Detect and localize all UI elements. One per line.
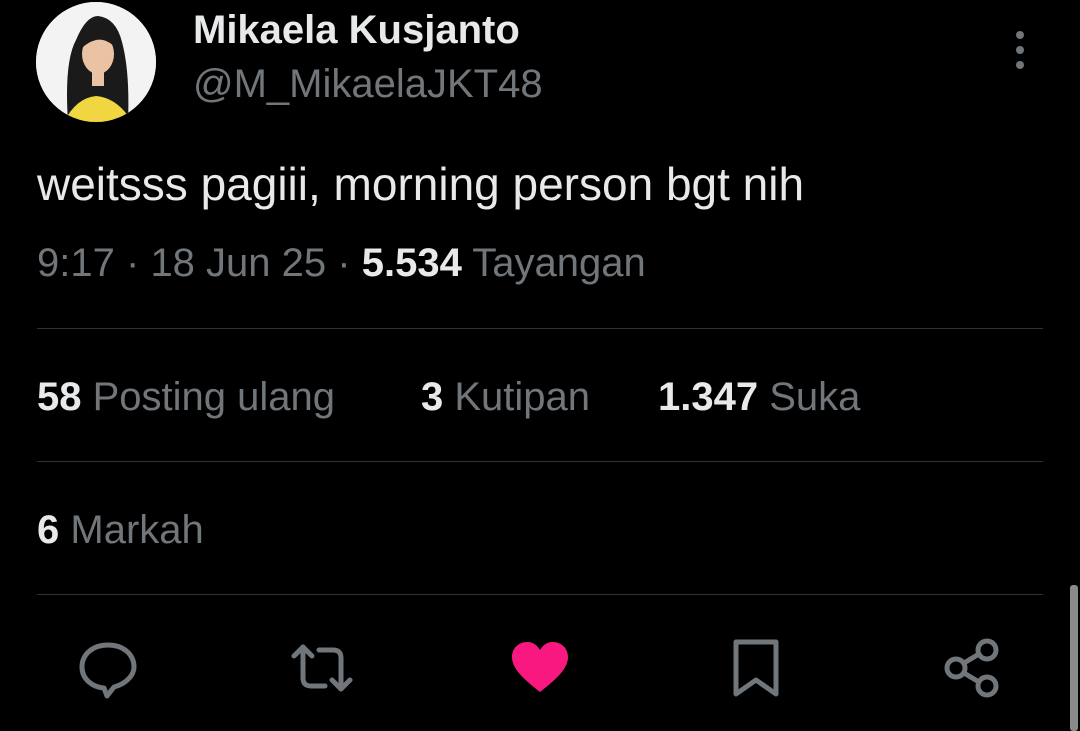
bookmarks-stat[interactable]: 6 Markah (37, 508, 204, 553)
divider (37, 594, 1043, 595)
bookmarks-count: 6 (37, 508, 60, 552)
likes-count: 1.347 (658, 375, 759, 419)
display-name[interactable]: Mikaela Kusjanto (193, 8, 520, 53)
more-options-icon[interactable] (1004, 28, 1036, 72)
share-icon (944, 638, 999, 698)
bookmarks-label: Markah (70, 508, 204, 552)
likes-stat[interactable]: 1.347 Suka (658, 375, 860, 420)
share-button[interactable] (940, 636, 1004, 700)
quotes-count: 3 (421, 375, 444, 419)
views-label: Tayangan (472, 241, 646, 285)
divider (37, 461, 1043, 462)
bookmark-icon (733, 639, 779, 697)
tweet-time[interactable]: 9:17 (37, 241, 115, 285)
reply-button[interactable] (76, 636, 140, 700)
user-handle[interactable]: @M_MikaelaJKT48 (193, 62, 543, 107)
meta-separator: · (337, 241, 351, 285)
like-icon (512, 642, 568, 692)
tweet-text: weitsss pagiii, morning person bgt nih (37, 158, 805, 210)
bookmark-button[interactable] (724, 636, 788, 700)
meta-separator: · (125, 241, 140, 285)
quotes-stat[interactable]: 3 Kutipan (421, 375, 590, 420)
views-count: 5.534 (361, 241, 462, 285)
reposts-count: 58 (37, 375, 82, 419)
reply-icon (79, 642, 137, 699)
tweet-date[interactable]: 18 Jun 25 (150, 241, 326, 285)
reposts-label: Posting ulang (92, 375, 336, 419)
like-button[interactable] (508, 636, 572, 700)
divider (37, 328, 1043, 329)
quotes-label: Kutipan (454, 375, 591, 419)
likes-label: Suka (769, 375, 861, 419)
scrollbar[interactable] (1070, 585, 1078, 731)
repost-button[interactable] (290, 636, 354, 700)
profile-photo-icon (36, 2, 156, 122)
reposts-stat[interactable]: 58 Posting ulang (37, 375, 335, 420)
tweet-meta: 9:17 · 18 Jun 25 · 5.534 Tayangan (37, 241, 646, 286)
repost-icon (291, 644, 353, 692)
avatar[interactable] (36, 2, 156, 122)
